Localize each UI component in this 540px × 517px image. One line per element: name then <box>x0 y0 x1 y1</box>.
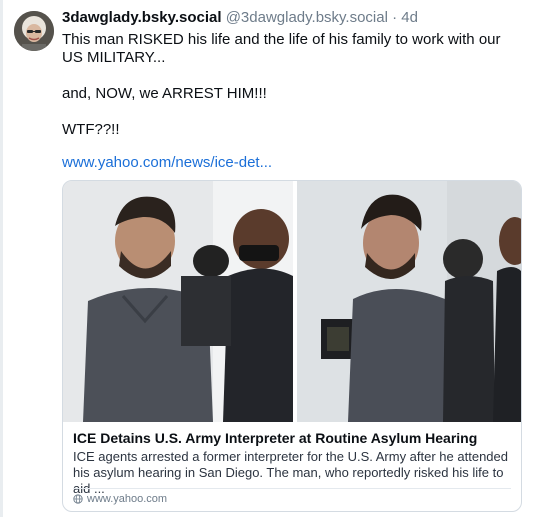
card-divider <box>73 488 511 489</box>
card-title: ICE Detains U.S. Army Interpreter at Rou… <box>73 430 478 446</box>
card-image <box>63 181 521 422</box>
display-name[interactable]: 3dawglady.bsky.social <box>62 9 222 26</box>
separator: · <box>392 9 398 26</box>
post-text-line: WTF??!! <box>62 121 120 138</box>
card-domain-text: www.yahoo.com <box>87 493 168 505</box>
card-domain: www.yahoo.com <box>73 493 167 505</box>
card-description: ICE agents arrested a former interpreter… <box>73 449 508 496</box>
post-text-line: This man RISKED his life and the life of… <box>62 31 501 66</box>
avatar-image <box>14 11 54 51</box>
avatar[interactable] <box>14 11 54 51</box>
thread-rail <box>0 0 3 517</box>
post[interactable]: 3dawglady.bsky.social @3dawglady.bsky.so… <box>0 0 540 517</box>
handle[interactable]: @3dawglady.bsky.social <box>226 9 388 26</box>
post-link[interactable]: www.yahoo.com/news/ice-det... <box>62 154 272 171</box>
post-text: This man RISKED his life and the life of… <box>62 31 522 139</box>
globe-icon <box>73 494 83 504</box>
link-preview-card[interactable]: ICE Detains U.S. Army Interpreter at Rou… <box>62 180 522 512</box>
post-text-line: and, NOW, we ARREST HIM!!! <box>62 85 267 102</box>
post-header: 3dawglady.bsky.social @3dawglady.bsky.so… <box>62 9 418 26</box>
post-time[interactable]: 4d <box>401 9 418 26</box>
